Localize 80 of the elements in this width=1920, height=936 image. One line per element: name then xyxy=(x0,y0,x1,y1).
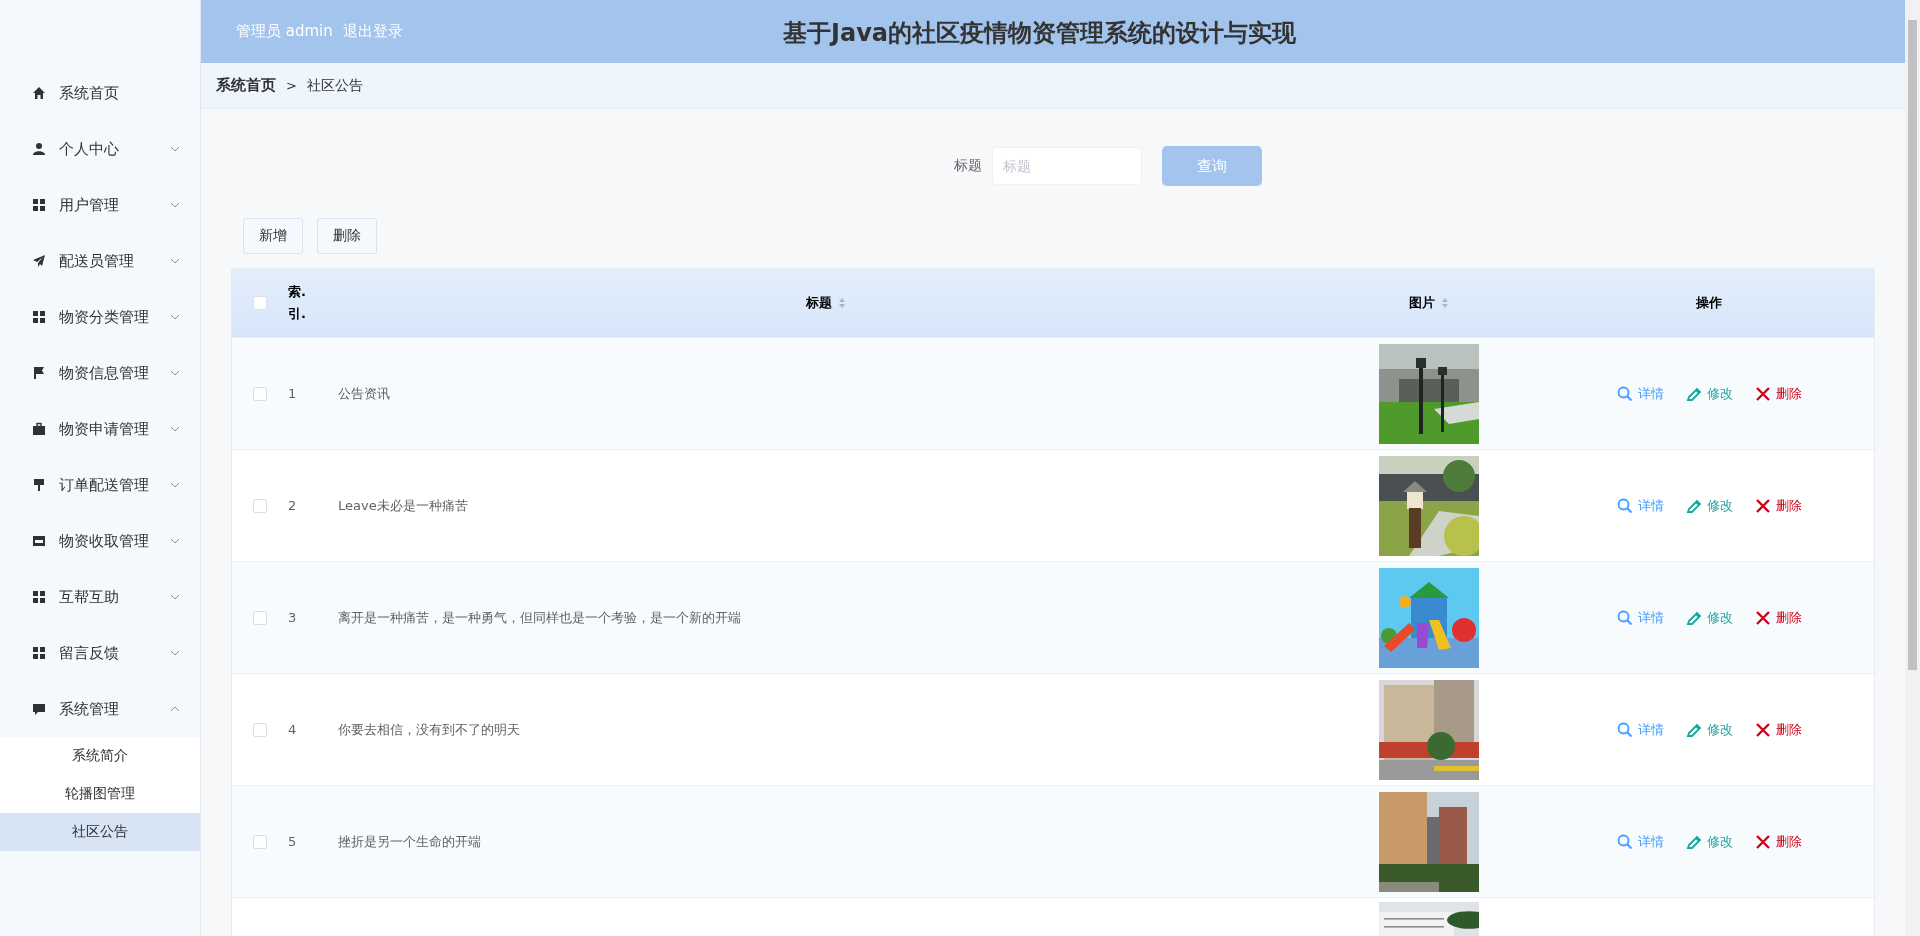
search-label: 标题 xyxy=(954,157,982,175)
index-cell: 2 xyxy=(288,498,297,513)
close-icon xyxy=(1754,609,1771,626)
scrollbar-thumb[interactable] xyxy=(1908,20,1917,670)
delete-link[interactable]: 删除 xyxy=(1754,720,1802,739)
chat-icon xyxy=(32,702,46,716)
briefcase-icon xyxy=(32,422,46,436)
sidebar-item[interactable]: 个人中心 xyxy=(0,121,200,177)
title-cell: 挫折是另一个生命的开端 xyxy=(338,832,481,851)
column-header: 索. 引. xyxy=(288,283,306,323)
close-icon xyxy=(1754,833,1771,850)
search-icon xyxy=(1616,385,1633,402)
user-label: 管理员 admin xyxy=(236,22,333,41)
title-cell: 离开是一种痛苦，是一种勇气，但同样也是一个考验，是一个新的开端 xyxy=(338,608,741,627)
index-cell: 1 xyxy=(288,386,297,401)
pencil-icon xyxy=(1685,609,1702,626)
breadcrumb-separator: > xyxy=(286,78,297,93)
select-all-checkbox[interactable] xyxy=(253,296,267,310)
row-checkbox[interactable] xyxy=(253,834,267,849)
close-icon xyxy=(1754,721,1771,738)
grid-icon xyxy=(32,310,46,324)
submenu-item[interactable]: 系统简介 xyxy=(0,737,200,775)
stamp-icon xyxy=(32,478,46,492)
close-icon xyxy=(1754,497,1771,514)
column-header: 图片 xyxy=(1409,294,1435,312)
delete-link[interactable]: 删除 xyxy=(1754,384,1802,403)
column-header: 标题 xyxy=(806,294,832,312)
search-icon xyxy=(1616,609,1633,626)
breadcrumb-current: 社区公告 xyxy=(306,76,363,95)
row-checkbox[interactable] xyxy=(253,386,267,401)
delete-link[interactable]: 删除 xyxy=(1754,496,1802,515)
search-icon xyxy=(1616,833,1633,850)
row-checkbox[interactable] xyxy=(253,498,267,513)
grid-icon xyxy=(32,198,46,212)
sort-icon[interactable] xyxy=(1441,297,1449,309)
paper-plane-icon xyxy=(32,254,46,268)
delete-button[interactable]: 删除 xyxy=(317,218,377,254)
column-header: 操作 xyxy=(1696,294,1722,312)
pencil-icon xyxy=(1685,721,1702,738)
sidebar-item[interactable]: 物资收取管理 xyxy=(0,513,200,569)
search-field[interactable]: 标题 xyxy=(992,147,1142,185)
delete-link[interactable]: 删除 xyxy=(1754,832,1802,851)
sidebar-item[interactable]: 物资分类管理 xyxy=(0,289,200,345)
sidebar-item[interactable]: 物资信息管理 xyxy=(0,345,200,401)
grid-icon xyxy=(32,590,46,604)
person-icon xyxy=(32,142,46,156)
system-title: 基于Java的社区疫情物资管理系统的设计与实现 xyxy=(783,18,1296,49)
sidebar-item[interactable]: 留言反馈 xyxy=(0,625,200,681)
breadcrumb-link[interactable]: 系统首页 xyxy=(216,76,276,95)
submenu-item[interactable]: 轮播图管理 xyxy=(0,775,200,813)
grid-icon xyxy=(32,646,46,660)
search-icon xyxy=(1616,721,1633,738)
sidebar-item[interactable]: 订单配送管理 xyxy=(0,457,200,513)
search-icon xyxy=(1616,497,1633,514)
index-cell: 3 xyxy=(288,610,297,625)
index-cell: 5 xyxy=(288,834,297,849)
scrollbar[interactable] xyxy=(1905,0,1920,936)
add-button[interactable]: 新增 xyxy=(243,218,303,254)
pencil-icon xyxy=(1685,497,1702,514)
sidebar-item[interactable]: 用户管理 xyxy=(0,177,200,233)
tray-icon xyxy=(32,534,46,548)
row-checkbox[interactable] xyxy=(253,610,267,625)
sidebar-item[interactable]: 系统首页 xyxy=(0,65,200,121)
sidebar-item[interactable]: 互帮互助 xyxy=(0,569,200,625)
pencil-icon xyxy=(1685,385,1702,402)
sidebar-item[interactable]: 系统管理 xyxy=(0,681,200,737)
sidebar-item[interactable]: 配送员管理 xyxy=(0,233,200,289)
submenu-item[interactable]: 社区公告 xyxy=(0,813,200,851)
flag-icon xyxy=(32,366,46,380)
pencil-icon xyxy=(1685,833,1702,850)
title-cell: Leave未必是一种痛苦 xyxy=(338,496,468,515)
index-cell: 4 xyxy=(288,722,297,737)
sort-icon[interactable] xyxy=(838,297,846,309)
delete-link[interactable]: 删除 xyxy=(1754,608,1802,627)
title-cell: 你要去相信，没有到不了的明天 xyxy=(338,720,520,739)
close-icon xyxy=(1754,385,1771,402)
title-cell: 公告资讯 xyxy=(338,384,390,403)
row-checkbox[interactable] xyxy=(253,722,267,737)
sidebar-item[interactable]: 物资申请管理 xyxy=(0,401,200,457)
home-icon xyxy=(32,86,46,100)
